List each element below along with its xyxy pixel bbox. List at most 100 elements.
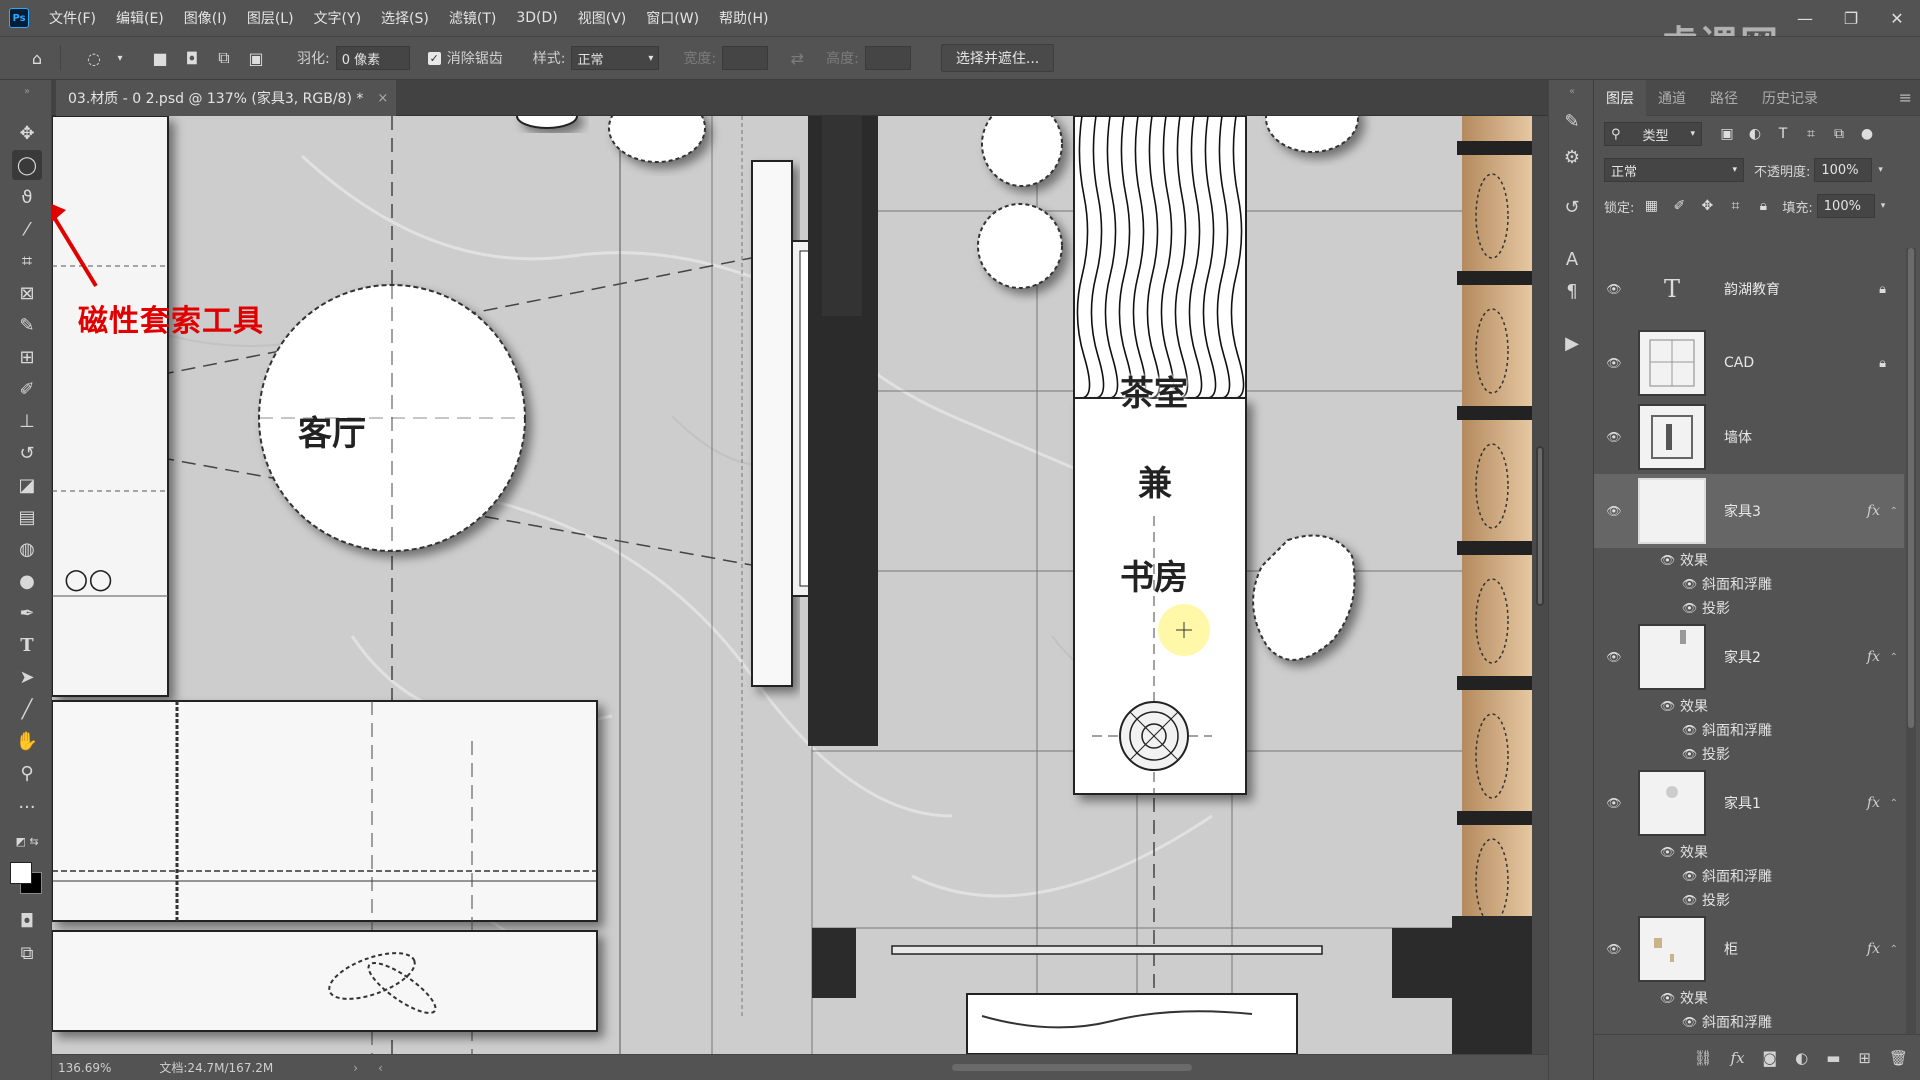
lock-position-icon[interactable]: ✥ <box>1696 195 1718 217</box>
menu-layer[interactable]: 图层(L) <box>247 8 294 28</box>
new-selection-icon[interactable]: ■ <box>147 45 173 71</box>
document-canvas[interactable]: ○○ 客厅 茶室 兼 书房 <box>52 116 1532 1054</box>
add-selection-icon[interactable]: ◘ <box>179 45 205 71</box>
hand-tool-icon[interactable]: ✋ <box>12 726 42 756</box>
canvas-vertical-scrollbar[interactable] <box>1532 116 1548 1054</box>
move-tool-icon[interactable]: ✥ <box>12 118 42 148</box>
layer-row[interactable]: 👁︎ CAD 🔒︎ <box>1594 326 1904 400</box>
height-input[interactable] <box>864 46 911 70</box>
effect-row[interactable]: 👁︎ 投影 <box>1594 596 1904 620</box>
effects-row[interactable]: 👁︎ 效果 <box>1594 548 1904 572</box>
screen-mode-icon[interactable]: ⧉ <box>12 938 42 968</box>
visibility-eye-icon[interactable]: 👁︎ <box>1682 723 1697 737</box>
frame-tool-icon[interactable]: ⊠ <box>12 278 42 308</box>
tab-layers[interactable]: 图层 <box>1594 79 1646 116</box>
effect-row[interactable]: 👁︎ 斜面和浮雕 <box>1594 864 1904 888</box>
menu-help[interactable]: 帮助(H) <box>719 8 768 28</box>
opacity-input[interactable]: 100% <box>1814 158 1873 182</box>
status-chevron-icon[interactable]: › <box>353 1061 358 1075</box>
foreground-color-swatch[interactable] <box>10 862 32 884</box>
visibility-eye-icon[interactable]: 👁︎ <box>1682 577 1697 591</box>
tab-paths[interactable]: 路径 <box>1698 80 1750 116</box>
home-icon[interactable]: ⌂ <box>24 45 50 71</box>
effect-row[interactable]: 👁︎ 投影 <box>1594 742 1904 766</box>
tab-history[interactable]: 历史记录 <box>1750 80 1830 116</box>
visibility-eye-icon[interactable]: 👁︎ <box>1682 601 1697 615</box>
magnetic-lasso-tool-icon[interactable]: ϑ <box>12 182 42 212</box>
fill-input[interactable]: 100% <box>1816 194 1875 218</box>
actions-play-icon[interactable]: ▶ <box>1557 328 1587 358</box>
adjustments-icon[interactable]: ⚙ <box>1557 142 1587 172</box>
path-selection-tool-icon[interactable]: ➤ <box>12 662 42 692</box>
tab-channels[interactable]: 通道 <box>1646 80 1698 116</box>
link-layers-icon[interactable]: ⛓ <box>1693 1049 1712 1067</box>
brush-tool-icon[interactable]: ✐ <box>12 374 42 404</box>
brush-settings-icon[interactable]: ✎ <box>1557 106 1587 136</box>
menu-edit[interactable]: 编辑(E) <box>116 8 164 28</box>
canvas-horizontal-scrollbar[interactable] <box>952 1064 1192 1071</box>
style-select[interactable]: 正常 ▾ <box>571 46 660 70</box>
chevron-up-icon[interactable]: ⌃ <box>1890 506 1898 517</box>
healing-brush-tool-icon[interactable]: ⊞ <box>12 342 42 372</box>
menu-window[interactable]: 窗口(W) <box>646 8 699 28</box>
visibility-eye-icon[interactable]: 👁︎ <box>1682 747 1697 761</box>
swap-icon[interactable]: ⇄ <box>784 45 810 71</box>
effects-row[interactable]: 👁︎ 效果 <box>1594 694 1904 718</box>
visibility-eye-icon[interactable]: 👁︎ <box>1682 869 1697 883</box>
new-group-icon[interactable]: ▬ <box>1826 1049 1840 1067</box>
blend-mode-select[interactable]: 正常 ▾ <box>1604 158 1744 182</box>
scroll-thumb[interactable] <box>1536 446 1544 606</box>
visibility-eye-icon[interactable]: 👁︎ <box>1660 699 1675 713</box>
layer-row[interactable]: 👁︎ 柜 fx ⌃ <box>1594 912 1904 986</box>
chevron-up-icon[interactable]: ⌃ <box>1890 652 1898 663</box>
effect-row[interactable]: 👁︎ 斜面和浮雕 <box>1594 1010 1904 1034</box>
delete-layer-icon[interactable]: 🗑︎ <box>1889 1049 1908 1067</box>
character-icon[interactable]: A <box>1557 244 1587 274</box>
close-window-icon[interactable]: ✕ <box>1874 0 1920 36</box>
effect-row[interactable]: 👁︎ 投影 <box>1594 888 1904 912</box>
scroll-thumb[interactable] <box>1908 248 1914 728</box>
layers-scrollbar[interactable] <box>1906 248 1916 1034</box>
new-layer-icon[interactable]: ⊞ <box>1858 1049 1871 1067</box>
gradient-tool-icon[interactable]: ▤ <box>12 502 42 532</box>
more-tools-icon[interactable]: ··· <box>12 792 42 822</box>
filter-toggle-icon[interactable]: ● <box>1856 123 1878 145</box>
visibility-eye-icon[interactable]: 👁︎ <box>1606 941 1622 957</box>
lock-artboard-icon[interactable]: ⌗ <box>1724 195 1746 217</box>
line-tool-icon[interactable]: ╱ <box>12 694 42 724</box>
visibility-eye-icon[interactable]: 👁︎ <box>1606 649 1622 665</box>
visibility-eye-icon[interactable]: 👁︎ <box>1682 1015 1697 1029</box>
filter-type-icon[interactable]: T <box>1772 123 1794 145</box>
fx-icon[interactable]: fx <box>1867 503 1880 519</box>
filter-pixel-icon[interactable]: ▣ <box>1716 123 1738 145</box>
document-tab[interactable]: 03.材质 - 0 2.psd @ 137% (家具3, RGB/8) * × <box>56 80 396 116</box>
visibility-eye-icon[interactable]: 👁︎ <box>1606 281 1622 297</box>
visibility-eye-icon[interactable]: 👁︎ <box>1606 355 1622 371</box>
intersect-selection-icon[interactable]: ▣ <box>243 45 269 71</box>
effects-row[interactable]: 👁︎ 效果 <box>1594 986 1904 1010</box>
crop-tool-icon[interactable]: ⌗ <box>12 246 42 276</box>
paragraph-icon[interactable]: ¶ <box>1557 276 1587 306</box>
dodge-tool-icon[interactable]: ● <box>12 566 42 596</box>
layer-row[interactable]: 👁︎ T 韵湖教育 🔒︎ <box>1594 252 1904 326</box>
filter-smart-object-icon[interactable]: ⧉ <box>1828 123 1850 145</box>
fx-icon[interactable]: fx <box>1867 941 1880 957</box>
fx-icon[interactable]: fx <box>1867 795 1880 811</box>
chevron-down-icon[interactable]: ▾ <box>1878 165 1883 175</box>
type-tool-icon[interactable]: T <box>12 630 42 660</box>
pen-tool-icon[interactable]: ✒ <box>12 598 42 628</box>
lock-transparent-icon[interactable]: ▦ <box>1640 195 1662 217</box>
lock-all-icon[interactable]: 🔒︎ <box>1752 195 1774 217</box>
layer-row[interactable]: 👁︎ 墙体 <box>1594 400 1904 474</box>
filter-adjustment-icon[interactable]: ◐ <box>1744 123 1766 145</box>
layer-row[interactable]: 👁︎ 家具1 fx ⌃ <box>1594 766 1904 840</box>
visibility-eye-icon[interactable]: 👁︎ <box>1606 503 1622 519</box>
visibility-eye-icon[interactable]: 👁︎ <box>1682 893 1697 907</box>
lasso-preset-icon[interactable]: ◌ <box>81 45 107 71</box>
visibility-eye-icon[interactable]: 👁︎ <box>1660 553 1675 567</box>
magic-wand-tool-icon[interactable]: ⁄ <box>12 214 42 244</box>
layer-row[interactable]: 👁︎ 家具2 fx ⌃ <box>1594 620 1904 694</box>
lock-image-icon[interactable]: ✐ <box>1668 195 1690 217</box>
feather-input[interactable]: 0 像素 <box>335 46 410 70</box>
collapse-toolbar-icon[interactable]: » <box>12 84 42 98</box>
